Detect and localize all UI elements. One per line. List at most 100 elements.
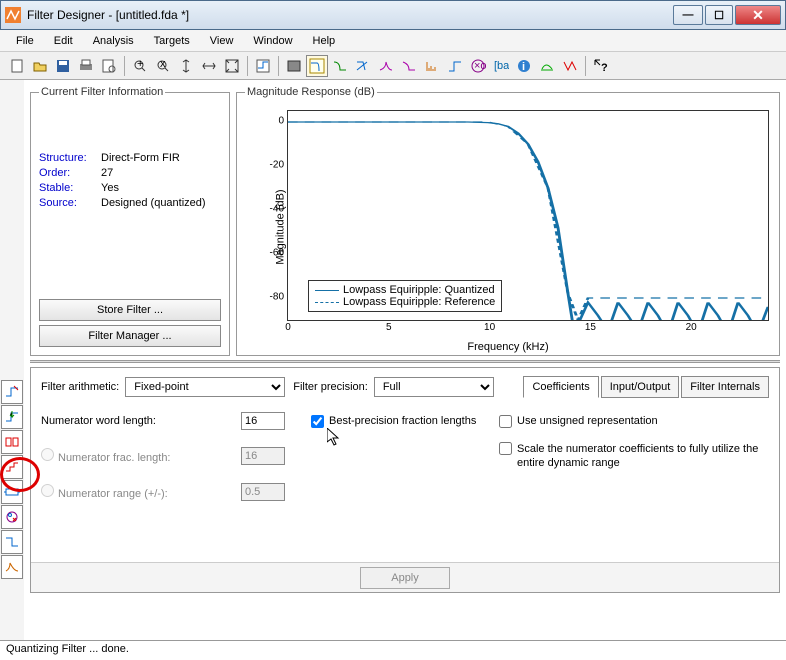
group-delay-icon[interactable] <box>375 55 397 77</box>
unsigned-rep-label: Use unsigned representation <box>517 415 658 427</box>
filter-arithmetic-label: Filter arithmetic: <box>41 381 119 393</box>
open-icon[interactable] <box>29 55 51 77</box>
store-filter-button[interactable]: Store Filter ... <box>39 299 221 321</box>
status-bar: Quantizing Filter ... done. <box>0 640 786 660</box>
ytick-m40: -40 <box>270 204 288 215</box>
phase-delay-icon[interactable] <box>398 55 420 77</box>
plot-legend: Lowpass Equiripple: Quantized Lowpass Eq… <box>308 280 502 312</box>
mag-response-icon[interactable] <box>306 55 328 77</box>
filter-info-legend: Current Filter Information <box>39 86 165 98</box>
svg-text:+: + <box>137 58 143 70</box>
filter-arithmetic-select[interactable]: Fixed-point <box>125 377 285 397</box>
spec-mask-icon[interactable] <box>1 555 23 579</box>
toolbar: + x ×o [ba] i ? <box>0 52 786 80</box>
ytick-m80: -80 <box>270 292 288 303</box>
quantization-panel: Filter arithmetic: Fixed-point Filter pr… <box>30 367 780 593</box>
ytick-m60: -60 <box>270 248 288 259</box>
structure-value: Direct-Form FIR <box>101 152 180 164</box>
close-button[interactable]: ✕ <box>735 5 781 25</box>
title-bar: Filter Designer - [untitled.fda *] — ☐ ✕ <box>0 0 786 30</box>
xtick-20: 20 <box>686 320 697 333</box>
menu-bar: File Edit Analysis Targets View Window H… <box>0 30 786 52</box>
quantization-icon[interactable] <box>1 455 23 479</box>
zoom-x-icon[interactable] <box>198 55 220 77</box>
import-filter-icon[interactable] <box>1 405 23 429</box>
magnitude-response-panel: Magnitude Response (dB) Magnitude (dB) F… <box>236 86 780 356</box>
filter-info-panel: Current Filter Information Structure:Dir… <box>30 86 230 356</box>
coefficients-icon[interactable]: [ba] <box>490 55 512 77</box>
filter-info-icon[interactable]: i <box>513 55 535 77</box>
best-precision-label: Best-precision fraction lengths <box>329 415 476 427</box>
stable-value: Yes <box>101 182 119 194</box>
panel-divider[interactable] <box>30 360 780 363</box>
design-filter-icon[interactable] <box>1 380 23 404</box>
xtick-15: 15 <box>585 320 596 333</box>
mag-phase-icon[interactable] <box>352 55 374 77</box>
tab-coefficients[interactable]: Coefficients <box>523 376 598 398</box>
maximize-button[interactable]: ☐ <box>705 5 733 25</box>
tab-input-output[interactable]: Input/Output <box>601 376 680 398</box>
mag-est-icon[interactable] <box>559 55 581 77</box>
menu-window[interactable]: Window <box>245 33 300 49</box>
svg-text:i: i <box>522 61 525 73</box>
svg-text:?: ? <box>601 62 608 74</box>
numerator-frac-length-label: Numerator frac. length: <box>58 452 171 464</box>
print-icon[interactable] <box>75 55 97 77</box>
order-label: Order: <box>39 167 101 179</box>
filter-precision-select[interactable]: Full <box>374 377 494 397</box>
ytick-m20: -20 <box>270 160 288 171</box>
impulse-response-icon[interactable] <box>421 55 443 77</box>
numerator-frac-length-input <box>241 447 285 465</box>
phase-response-icon[interactable] <box>329 55 351 77</box>
multirate-icon[interactable] <box>1 430 23 454</box>
print-preview-icon[interactable] <box>98 55 120 77</box>
stable-label: Stable: <box>39 182 101 194</box>
context-help-icon[interactable]: ? <box>590 55 612 77</box>
ytick-0: 0 <box>278 116 288 127</box>
realize-model-icon[interactable] <box>1 480 23 504</box>
new-icon[interactable] <box>6 55 28 77</box>
numerator-range-radio <box>41 484 54 497</box>
svg-text:×o: ×o <box>474 60 486 72</box>
transform-filter-icon[interactable] <box>1 530 23 554</box>
round-off-icon[interactable] <box>536 55 558 77</box>
source-value: Designed (quantized) <box>101 197 206 209</box>
minimize-button[interactable]: — <box>673 5 703 25</box>
menu-help[interactable]: Help <box>305 33 344 49</box>
side-toolbar <box>0 80 24 640</box>
scale-numerator-checkbox[interactable] <box>499 442 512 455</box>
zoom-out-icon[interactable]: x <box>152 55 174 77</box>
numerator-word-length-input[interactable] <box>241 412 285 430</box>
app-icon <box>5 7 21 23</box>
apply-button: Apply <box>360 567 450 589</box>
menu-file[interactable]: File <box>8 33 42 49</box>
menu-targets[interactable]: Targets <box>146 33 198 49</box>
menu-edit[interactable]: Edit <box>46 33 81 49</box>
legend-quantized: Lowpass Equiripple: Quantized <box>343 284 495 296</box>
full-view-icon[interactable] <box>221 55 243 77</box>
numerator-frac-length-radio <box>41 448 54 461</box>
scale-numerator-label: Scale the numerator coefficients to full… <box>517 442 769 471</box>
menu-analysis[interactable]: Analysis <box>85 33 142 49</box>
menu-view[interactable]: View <box>202 33 242 49</box>
legend-reference: Lowpass Equiripple: Reference <box>343 296 495 308</box>
zoom-y-icon[interactable] <box>175 55 197 77</box>
order-value: 27 <box>101 167 113 179</box>
xtick-5: 5 <box>386 320 392 333</box>
save-icon[interactable] <box>52 55 74 77</box>
tab-filter-internals[interactable]: Filter Internals <box>681 376 769 398</box>
plot-area: 0 -20 -40 -60 -80 0 5 10 15 20 Lowpass <box>287 110 769 321</box>
step-response-icon[interactable] <box>444 55 466 77</box>
xtick-0: 0 <box>285 320 291 333</box>
pole-zero-edit-icon[interactable] <box>1 505 23 529</box>
status-text: Quantizing Filter ... done. <box>6 643 129 655</box>
filter-manager-button[interactable]: Filter Manager ... <box>39 325 221 347</box>
toggle-legends-icon[interactable] <box>283 55 305 77</box>
filter-specs-icon[interactable] <box>252 55 274 77</box>
xtick-10: 10 <box>484 320 495 333</box>
zoom-in-icon[interactable]: + <box>129 55 151 77</box>
best-precision-checkbox[interactable] <box>311 415 324 428</box>
pole-zero-icon[interactable]: ×o <box>467 55 489 77</box>
unsigned-rep-checkbox[interactable] <box>499 415 512 428</box>
filter-precision-label: Filter precision: <box>293 381 368 393</box>
